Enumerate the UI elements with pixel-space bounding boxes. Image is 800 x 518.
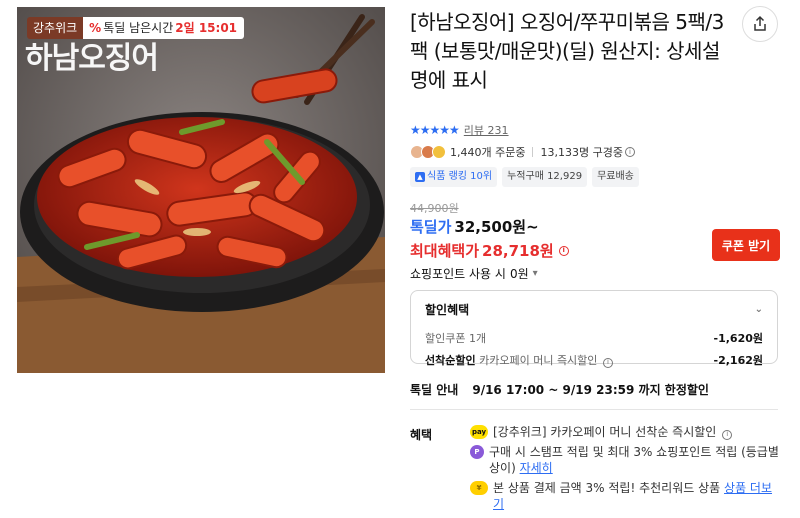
purchase-count-tag: 누적구매 12,929 [502,167,588,187]
points-value: 0원 [509,267,529,281]
discount-benefit-box[interactable]: 할인혜택 ⌄ 할인쿠폰 1개 -1,620원 선착순할인 카카오페이 머니 즉시… [410,290,778,368]
list-item: ¥ 본 상품 결제 금액 3% 적립! 추천리워드 상품 상품 더보기 [470,480,780,512]
info-icon[interactable]: i [558,245,569,256]
divider [410,409,778,410]
benefit-list-label: 혜택 [410,428,433,442]
badge-timer-label: 톡딜 남은시간 [103,21,174,35]
benefit-line-value: -2,162원 [713,354,763,367]
list-item-text: [강추위크] 카카오페이 머니 선착순 즉시할인 i [493,424,733,440]
badge-timer-value: 2일 15:01 [175,21,238,35]
deal-info-row: 톡딜 안내 9/16 17:00 ~ 9/19 23:59 까지 한정할인 [410,381,709,398]
share-icon [754,15,766,31]
product-title: [하남오징어] 오징어/쭈꾸미볶음 5팩/3팩 (보통맛/매운맛)(딜) 원산지… [410,10,724,92]
info-icon[interactable]: i [602,357,613,368]
points-label: 쇼핑포인트 사용 시 [410,267,506,281]
list-item-text: 구매 시 스탬프 적립 및 최대 3% 쇼핑포인트 적립 (등급별 상이) 자세… [489,444,780,476]
benefit-box-header: 할인혜택 ⌄ [425,301,763,318]
deal-timer-badge: 강추위크 % 톡딜 남은시간 2일 15:01 [27,17,245,39]
sale-price-label: 톡딜가 [410,218,452,236]
coupon-button[interactable]: 쿠폰 받기 [712,229,780,261]
social-proof-row: 1,440개 주문중 13,133명 구경중 i [410,144,635,160]
benefit-line-label: 할인쿠폰 1개 [425,332,487,345]
list-item-label: [강추위크] 카카오페이 머니 선착순 즉시할인 [493,425,717,439]
benefit-list: pay [강추위크] 카카오페이 머니 선착순 즉시할인 i P 구매 시 스탬… [470,424,780,516]
benefit-line-text: 카카오페이 머니 즉시할인 [479,354,598,367]
sale-price-row: 톡딜가 32,500원~ [410,216,539,237]
benefit-line-label: 선착순할인 카카오페이 머니 즉시할인 i [425,352,613,368]
benefit-line-bold: 선착순할인 [425,354,476,367]
image-brand-text: 하남오징어 [25,41,159,76]
info-icon[interactable]: i [624,147,635,157]
ranking-tag-label: 식품 랭킹 10위 [427,171,493,182]
coin-icon: ¥ [470,481,488,495]
viewer-count: 13,133명 구경중 [540,146,623,159]
product-image[interactable]: 하남오징어 [17,7,385,373]
review-link[interactable]: 리뷰 231 [464,122,509,138]
chevron-down-icon[interactable]: ⌄ [755,304,763,315]
product-info-panel: [하남오징어] 오징어/쭈꾸미볶음 5팩/3팩 (보통맛/매운맛)(딜) 원산지… [410,0,790,518]
order-count: 1,440개 주문중 [450,146,526,159]
benefit-box-title: 할인혜택 [425,303,470,317]
list-item: pay [강추위크] 카카오페이 머니 선착순 즉시할인 i [470,424,780,440]
rating-stars-icon: ★★★★★ [410,123,460,137]
share-button[interactable] [742,6,778,42]
kakaopay-icon: pay [470,425,488,439]
list-item-label: 본 상품 결제 금액 3% 적립! 추천리워드 상품 [493,481,721,495]
divider [532,147,534,157]
max-benefit-row: 최대혜택가 28,718원 i [410,240,569,261]
max-benefit-label: 최대혜택가 [410,242,480,260]
buyer-avatars [410,145,446,159]
list-item: P 구매 시 스탬프 적립 및 최대 3% 쇼핑포인트 적립 (등급별 상이) … [470,444,780,476]
discount-icon: % [89,21,102,35]
list-item-text: 본 상품 결제 금액 3% 적립! 추천리워드 상품 상품 더보기 [493,480,780,512]
benefit-line: 할인쿠폰 1개 -1,620원 [425,330,763,346]
info-icon[interactable]: i [722,429,733,440]
avatar [432,145,446,159]
deal-info-label: 톡딜 안내 [410,383,459,397]
detail-link[interactable]: 자세히 [520,461,553,475]
rating-row: ★★★★★ 리뷰 231 [410,122,509,138]
point-icon: P [470,445,484,459]
free-shipping-tag: 무료배송 [592,167,639,187]
tag-row: ▲ 식품 랭킹 10위 누적구매 12,929 무료배송 [410,167,639,187]
sale-price: 32,500원~ [454,218,539,236]
ranking-tag[interactable]: ▲ 식품 랭킹 10위 [410,167,498,187]
benefit-line: 선착순할인 카카오페이 머니 즉시할인 i -2,162원 [425,352,763,368]
points-selector[interactable]: 쇼핑포인트 사용 시 0원 ▾ [410,265,538,282]
badge-brand: 강추위크 [27,17,84,39]
badge-timer: % 톡딜 남은시간 2일 15:01 [83,17,245,39]
chevron-down-icon: ▾ [532,268,538,279]
deal-info-value: 9/16 17:00 ~ 9/19 23:59 까지 한정할인 [472,383,709,397]
rank-icon: ▲ [415,172,425,182]
benefit-line-value: -1,620원 [713,332,763,345]
original-price: 44,900원 [410,202,459,215]
max-benefit-price: 28,718원 [482,242,554,260]
